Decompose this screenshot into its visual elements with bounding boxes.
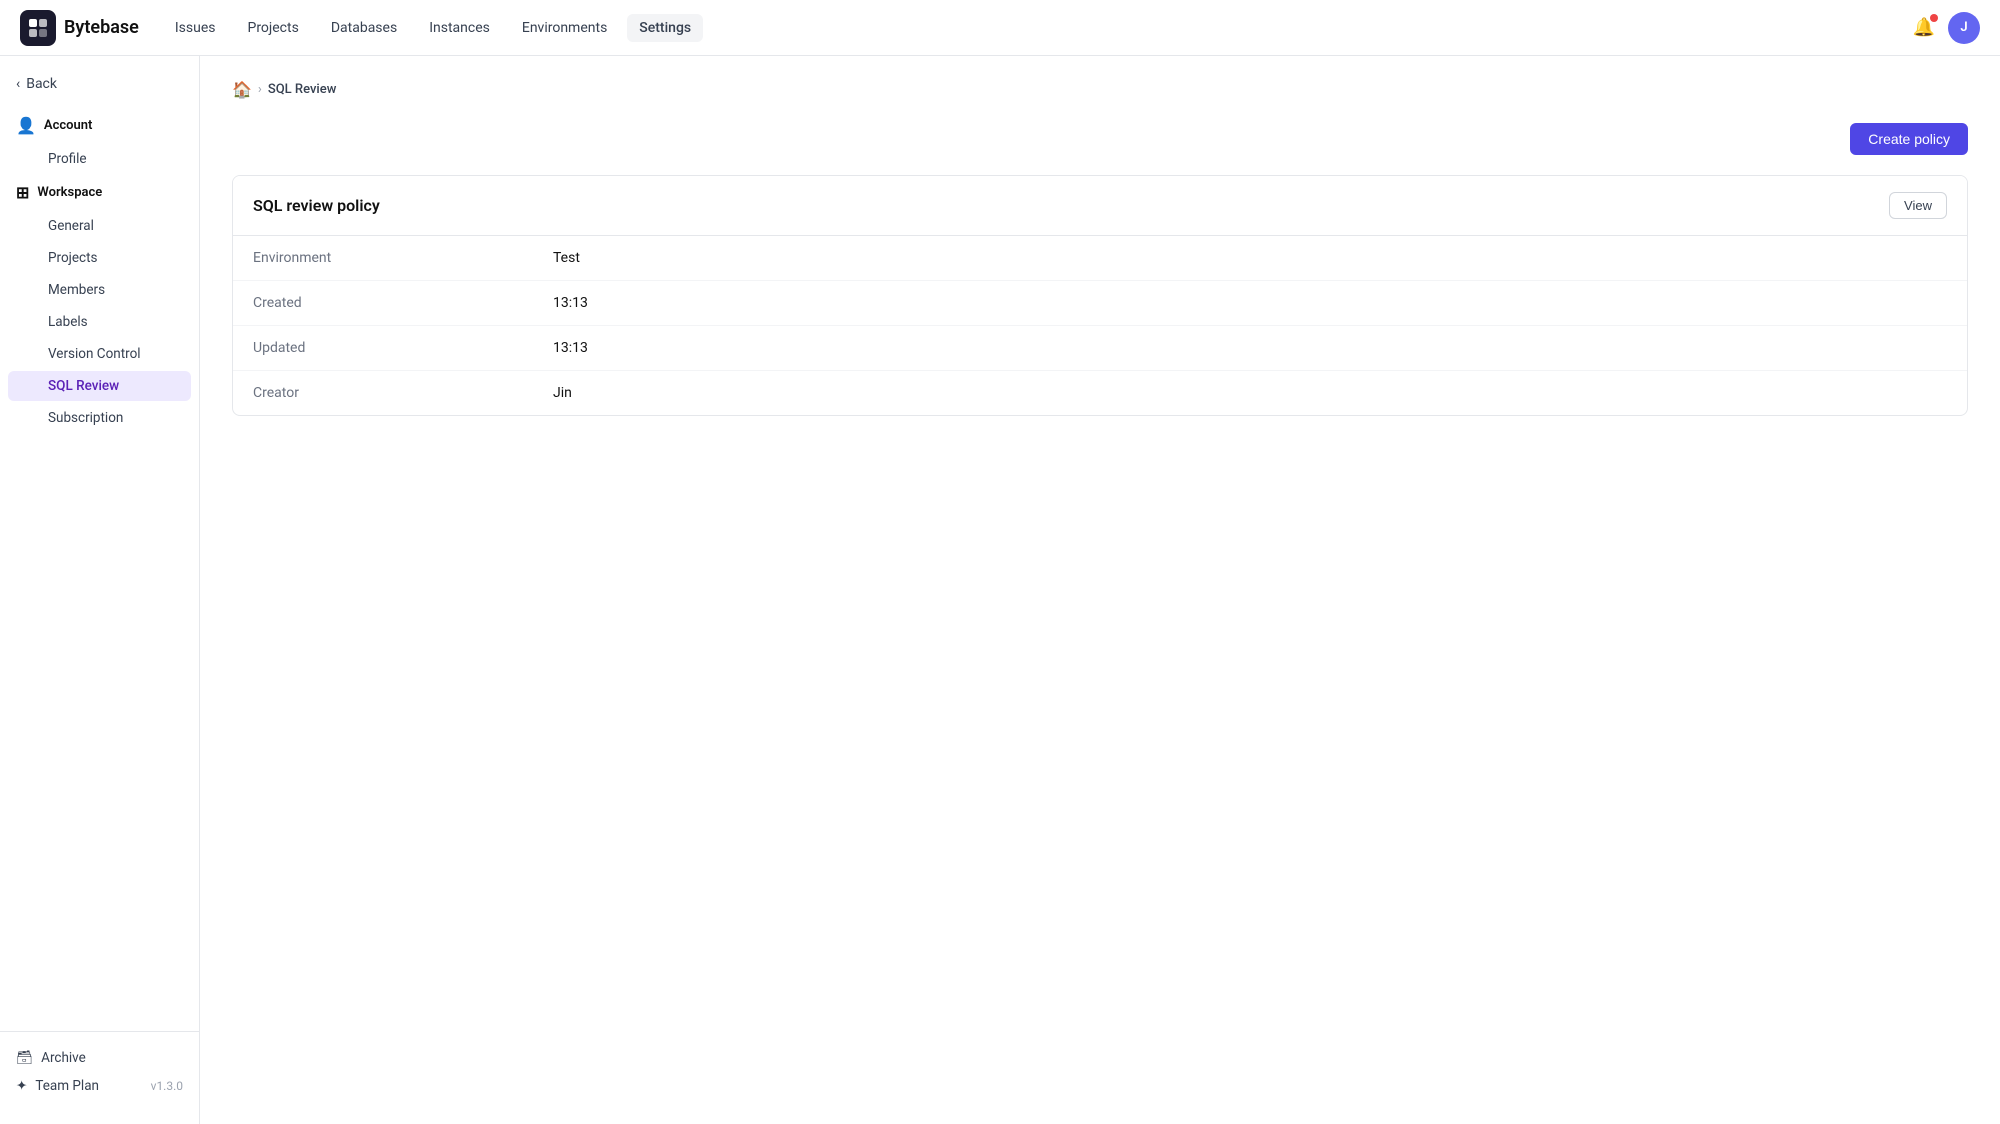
- breadcrumb-separator: ›: [258, 82, 262, 97]
- team-plan-label: Team Plan: [35, 1078, 99, 1094]
- sidebar-item-sql-review[interactable]: SQL Review: [8, 371, 191, 401]
- sidebar-section-account[interactable]: 👤 Account: [0, 108, 199, 143]
- policy-card: SQL review policy View Environment Test …: [232, 175, 1968, 416]
- table-row-creator: Creator Jin: [233, 371, 1967, 416]
- page-layout: ‹ Back 👤 Account Profile ⊞ Workspace Gen…: [0, 56, 2000, 1124]
- archive-label: Archive: [41, 1050, 86, 1066]
- breadcrumb-home-icon[interactable]: 🏠: [232, 80, 252, 99]
- nav-instances[interactable]: Instances: [417, 14, 502, 42]
- top-navigation: Bytebase Issues Projects Databases Insta…: [0, 0, 2000, 56]
- policy-table: Environment Test Created 13:13 Updated 1…: [233, 236, 1967, 415]
- sidebar-item-members[interactable]: Members: [8, 275, 191, 305]
- environment-value: Test: [533, 236, 1967, 281]
- nav-issues[interactable]: Issues: [163, 14, 228, 42]
- notification-bell[interactable]: 🔔: [1908, 12, 1940, 44]
- sidebar-item-projects[interactable]: Projects: [8, 243, 191, 273]
- sidebar-bottom: 🗃 Archive ✦ Team Plan v1.3.0: [0, 1031, 199, 1112]
- updated-label: Updated: [233, 326, 533, 371]
- nav-environments[interactable]: Environments: [510, 14, 619, 42]
- nav-settings[interactable]: Settings: [627, 14, 703, 42]
- account-icon: 👤: [16, 116, 36, 135]
- logo[interactable]: Bytebase: [20, 10, 139, 46]
- main-content: 🏠 › SQL Review Create policy SQL review …: [200, 56, 2000, 1124]
- nav-projects[interactable]: Projects: [235, 14, 310, 42]
- user-avatar[interactable]: J: [1948, 12, 1980, 44]
- created-label: Created: [233, 281, 533, 326]
- sidebar-section-workspace[interactable]: ⊞ Workspace: [0, 175, 199, 210]
- creator-label: Creator: [233, 371, 533, 416]
- breadcrumb: 🏠 › SQL Review: [232, 80, 1968, 99]
- policy-card-header: SQL review policy View: [233, 176, 1967, 236]
- updated-value: 13:13: [533, 326, 1967, 371]
- view-button[interactable]: View: [1889, 192, 1947, 219]
- created-value: 13:13: [533, 281, 1967, 326]
- create-policy-button[interactable]: Create policy: [1850, 123, 1968, 155]
- sidebar-item-profile[interactable]: Profile: [8, 144, 191, 174]
- nav-databases[interactable]: Databases: [319, 14, 409, 42]
- content-header: Create policy: [232, 123, 1968, 155]
- notification-badge: [1930, 14, 1938, 22]
- sidebar-item-general[interactable]: General: [8, 211, 191, 241]
- archive-item[interactable]: 🗃 Archive: [16, 1044, 183, 1072]
- team-plan-icon: ✦: [16, 1078, 27, 1094]
- sidebar-item-version-control[interactable]: Version Control: [8, 339, 191, 369]
- logo-icon: [20, 10, 56, 46]
- account-section-label: Account: [44, 118, 92, 133]
- table-row-environment: Environment Test: [233, 236, 1967, 281]
- table-row-updated: Updated 13:13: [233, 326, 1967, 371]
- workspace-section-label: Workspace: [37, 185, 102, 200]
- creator-value: Jin: [533, 371, 1967, 416]
- team-plan-item[interactable]: ✦ Team Plan v1.3.0: [16, 1072, 183, 1100]
- back-button[interactable]: ‹ Back: [0, 68, 199, 100]
- archive-icon: 🗃: [16, 1050, 33, 1066]
- version-text: v1.3.0: [151, 1079, 183, 1093]
- logo-text: Bytebase: [64, 17, 139, 38]
- table-row-created: Created 13:13: [233, 281, 1967, 326]
- breadcrumb-current: SQL Review: [268, 82, 337, 97]
- sidebar-item-labels[interactable]: Labels: [8, 307, 191, 337]
- sidebar: ‹ Back 👤 Account Profile ⊞ Workspace Gen…: [0, 56, 200, 1124]
- workspace-icon: ⊞: [16, 183, 29, 202]
- environment-label: Environment: [233, 236, 533, 281]
- back-arrow-icon: ‹: [16, 76, 20, 92]
- policy-title: SQL review policy: [253, 196, 380, 215]
- back-label: Back: [26, 76, 57, 92]
- sidebar-item-subscription[interactable]: Subscription: [8, 403, 191, 433]
